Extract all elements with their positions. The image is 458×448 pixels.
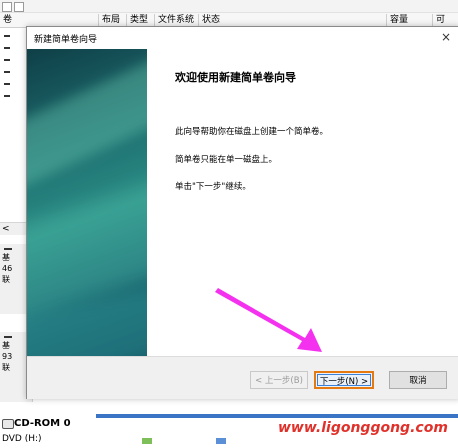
- volume-row[interactable]: [4, 68, 18, 76]
- toolbar-icon[interactable]: [2, 2, 12, 12]
- wizard-banner-image: [27, 49, 147, 356]
- volume-icon: [4, 58, 10, 61]
- wizard-titlebar[interactable]: 新建简单卷向导 ×: [27, 27, 458, 49]
- new-simple-volume-wizard: 新建简单卷向导 × 欢迎使用新建简单卷向导 此向导帮助你在磁盘上创建一个简单卷。…: [26, 26, 458, 399]
- legend-swatch: [216, 438, 226, 444]
- column-filesystem[interactable]: 文件系统: [154, 14, 198, 26]
- wizard-paragraph: 简单卷只能在单一磁盘上。: [175, 155, 278, 165]
- close-icon[interactable]: ×: [438, 29, 454, 45]
- volume-row[interactable]: [4, 44, 18, 52]
- volume-icon: [4, 94, 10, 97]
- volume-icon: [4, 70, 10, 73]
- cdrom-drive: DVD (H:): [2, 434, 42, 444]
- cdrom-title: CD-ROM 0: [14, 418, 71, 429]
- cdrom-icon: [2, 419, 14, 429]
- volume-icon: [4, 82, 10, 85]
- toolbar: [0, 0, 458, 13]
- toolbar-icon[interactable]: [14, 2, 24, 12]
- volume-row[interactable]: [4, 56, 18, 64]
- volume-icon: [4, 46, 10, 49]
- volume-icon: [4, 34, 10, 37]
- column-volume[interactable]: 卷: [0, 14, 98, 26]
- watermark: www.ligonggong.com: [278, 420, 448, 436]
- wizard-paragraph: 此向导帮助你在磁盘上创建一个简单卷。: [175, 127, 329, 137]
- cancel-button[interactable]: 取消: [389, 371, 447, 389]
- scroll-left-icon[interactable]: <: [2, 223, 10, 235]
- column-type[interactable]: 类型: [126, 14, 154, 26]
- wizard-heading: 欢迎使用新建简单卷向导: [175, 71, 296, 84]
- disk-icon: [4, 248, 12, 250]
- volume-row[interactable]: [4, 32, 18, 40]
- column-layout[interactable]: 布局: [98, 14, 126, 26]
- next-button[interactable]: 下一步(N) >: [314, 371, 374, 389]
- volume-row[interactable]: [4, 92, 18, 100]
- column-status[interactable]: 状态: [198, 14, 386, 26]
- wizard-content: 欢迎使用新建简单卷向导 此向导帮助你在磁盘上创建一个简单卷。 简单卷只能在单一磁…: [147, 49, 458, 356]
- column-free[interactable]: 可: [432, 14, 458, 26]
- wizard-title: 新建简单卷向导: [34, 35, 98, 45]
- column-capacity[interactable]: 容量: [386, 14, 432, 26]
- legend-swatch: [142, 438, 152, 444]
- legend: [96, 438, 458, 447]
- volume-row[interactable]: [4, 80, 18, 88]
- back-button[interactable]: < 上一步(B): [250, 371, 308, 389]
- wizard-button-bar: < 上一步(B) 下一步(N) > 取消: [27, 356, 458, 399]
- wizard-paragraph: 单击"下一步"继续。: [175, 182, 251, 192]
- disk-icon: [4, 336, 12, 338]
